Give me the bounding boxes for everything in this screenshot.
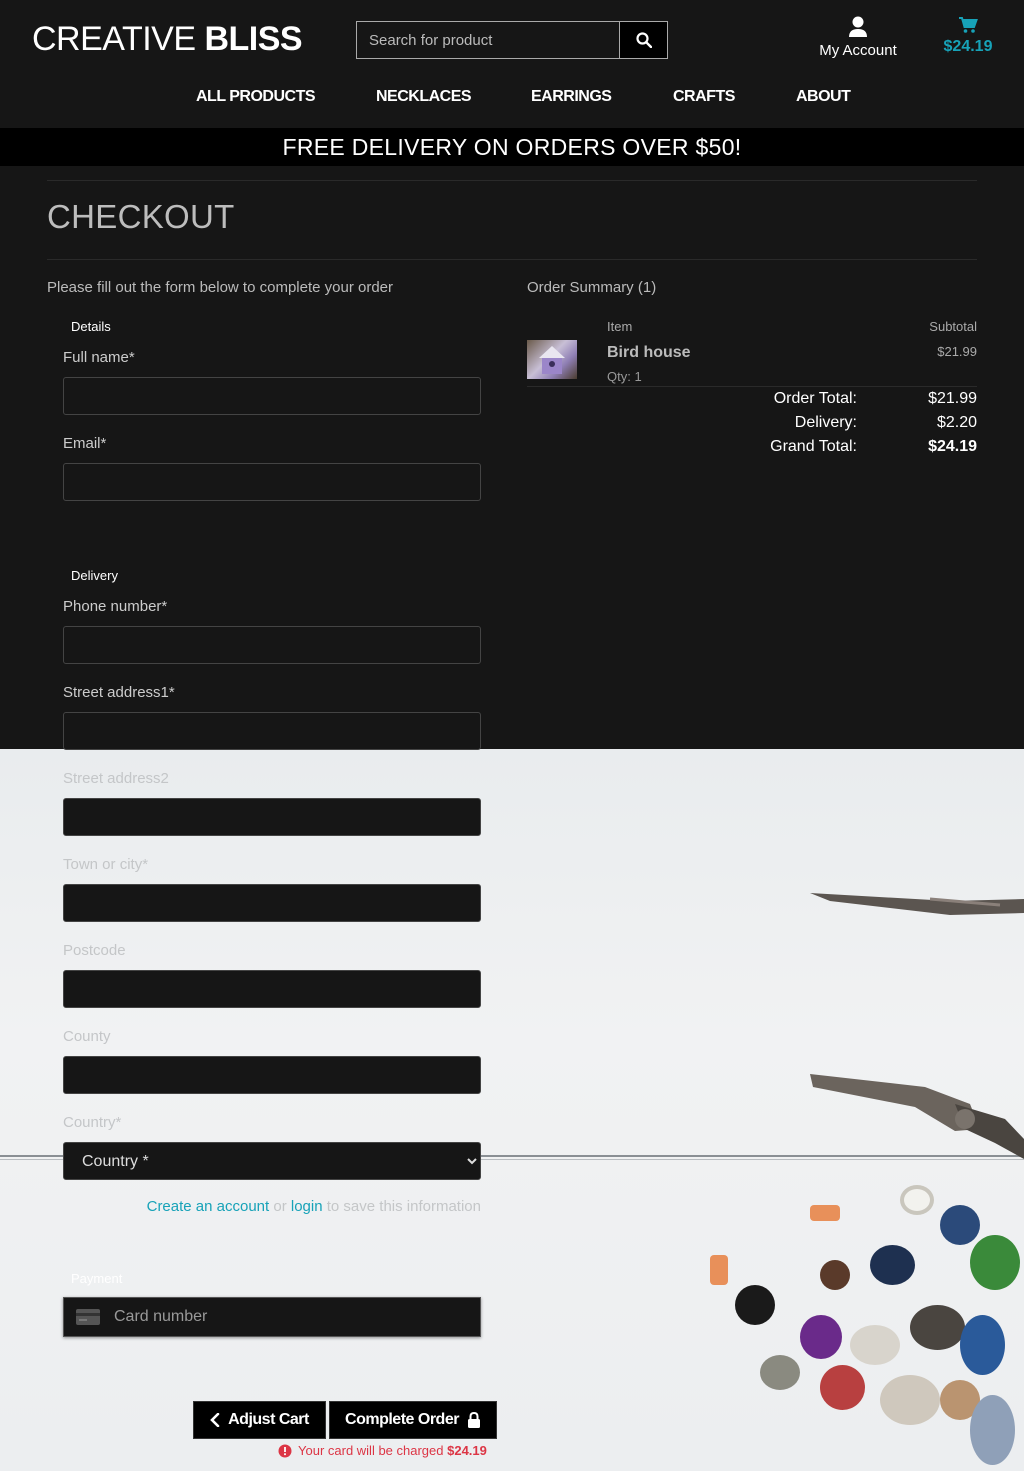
nav-all-products[interactable]: ALL PRODUCTS [196,88,316,106]
chevron-left-icon [210,1413,220,1427]
search-input[interactable] [357,22,619,58]
charge-notice-text: Your card will be charged [298,1443,448,1458]
search-button[interactable] [619,22,667,58]
street-address2-label: Street address2 [63,770,169,787]
save-info-text: Create an account or login to save this … [63,1198,481,1215]
beads-image [700,1165,1024,1471]
card-number-input[interactable] [114,1308,474,1326]
street-address2-field[interactable] [63,798,481,836]
summary-item-subtotal: $21.99 [937,344,977,359]
exclamation-circle-icon [278,1444,292,1457]
shopping-cart-icon [959,17,978,33]
card-element[interactable] [63,1297,481,1337]
user-icon [849,16,867,37]
save-info-or: or [269,1198,291,1215]
email-label: Email* [63,435,107,452]
login-link[interactable]: login [291,1198,323,1215]
delivery-banner: FREE DELIVERY ON ORDERS OVER $50! [0,128,1024,166]
street-address1-field[interactable] [63,712,481,750]
nav-necklaces[interactable]: NECKLACES [376,88,472,106]
delivery-label: Delivery: [794,414,857,431]
my-account-label: My Account [819,42,897,59]
divider [47,259,977,260]
pliers-image [810,893,1024,915]
lock-icon [467,1412,480,1428]
full-name-label: Full name* [63,349,135,366]
search-form [356,21,668,59]
summary-item-name: Bird house [607,344,691,361]
nav-about[interactable]: ABOUT [796,88,851,106]
order-total-label: Order Total: [773,390,857,407]
cart-link[interactable]: $24.19 [938,16,998,56]
complete-order-label: Complete Order [345,1411,459,1428]
order-total-value: $21.99 [928,390,977,407]
product-thumbnail[interactable] [527,340,577,379]
delivery-value: $2.20 [936,414,977,431]
summary-col-subtotal: Subtotal [929,319,977,334]
divider [527,386,977,387]
site-header: CREATIVE BLISS My Account $24.19 [0,0,1024,128]
adjust-cart-label: Adjust Cart [228,1411,309,1428]
charge-amount: $24.19 [447,1443,487,1458]
details-legend: Details [71,319,111,334]
country-select[interactable]: Country * [63,1142,481,1180]
phone-field[interactable] [63,626,481,664]
country-label: Country* [63,1114,122,1131]
summary-col-item: Item [607,319,633,334]
page-title: CHECKOUT [47,198,235,235]
adjust-cart-button[interactable]: Adjust Cart [193,1401,326,1439]
county-label: County [63,1028,111,1045]
search-icon [635,32,652,48]
grand-total-value: $24.19 [928,438,977,455]
county-field[interactable] [63,1056,481,1094]
nav-crafts[interactable]: CRAFTS [673,88,735,106]
logo-text-bold: BLISS [204,20,303,58]
divider [47,180,977,181]
birdhouse-image [539,346,565,374]
site-logo[interactable]: CREATIVE BLISS [32,20,303,59]
delivery-legend: Delivery [71,568,118,583]
town-field[interactable] [63,884,481,922]
summary-item-qty: Qty: 1 [607,369,642,384]
form-intro: Please fill out the form below to comple… [47,279,394,296]
grand-total-label: Grand Total: [770,438,857,455]
logo-text-light: CREATIVE [32,20,205,58]
payment-legend: Payment [71,1271,123,1286]
charge-notice: Your card will be charged $24.19 [278,1443,487,1458]
full-name-field[interactable] [63,377,481,415]
cart-total: $24.19 [943,38,993,55]
credit-card-icon [76,1309,100,1325]
save-info-rest: to save this information [322,1198,481,1215]
email-field[interactable] [63,463,481,501]
town-label: Town or city* [63,856,149,873]
nav-earrings[interactable]: EARRINGS [531,88,612,106]
postcode-label: Postcode [63,942,126,959]
street-address1-label: Street address1* [63,684,175,701]
postcode-field[interactable] [63,970,481,1008]
phone-label: Phone number* [63,598,168,615]
my-account-link[interactable]: My Account [808,16,908,59]
create-account-link[interactable]: Create an account [147,1198,270,1215]
complete-order-button[interactable]: Complete Order [329,1401,497,1439]
order-summary-title: Order Summary (1) [527,279,657,296]
